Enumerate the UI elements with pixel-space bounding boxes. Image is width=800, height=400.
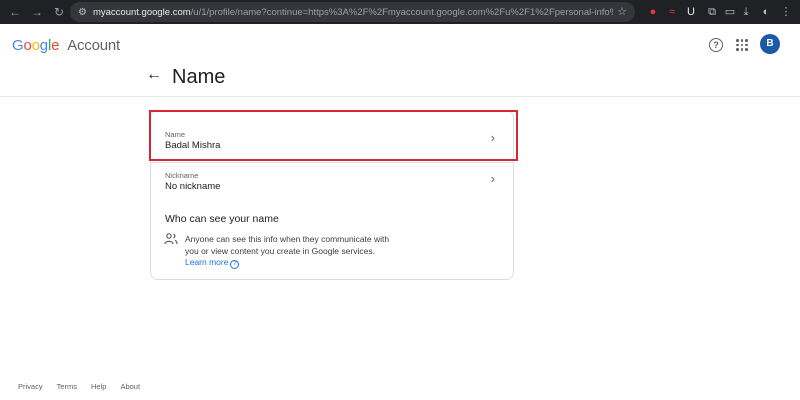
- footer-privacy-link[interactable]: Privacy: [18, 382, 43, 391]
- back-nav-icon[interactable]: ←: [4, 0, 26, 24]
- forward-nav-icon[interactable]: →: [26, 0, 48, 24]
- extensions-puzzle-icon[interactable]: ⧉: [704, 0, 720, 24]
- footer-help-link[interactable]: Help: [91, 382, 106, 391]
- back-arrow-icon[interactable]: ←: [146, 66, 162, 84]
- who-can-see-heading: Who can see your name: [165, 213, 279, 225]
- url-text[interactable]: myaccount.google.com/u/1/profile/name?co…: [93, 7, 613, 18]
- help-icon[interactable]: ?: [709, 38, 723, 52]
- browser-toolbar: ← → ↻ ⚙ myaccount.google.com/u/1/profile…: [0, 0, 800, 24]
- visibility-info-text: Anyone can see this info when they commu…: [185, 234, 390, 256]
- nickname-value: No nickname: [165, 181, 221, 192]
- profile-icon[interactable]: ◐: [758, 0, 774, 24]
- google-account-logo[interactable]: Google Account: [12, 37, 120, 54]
- apps-grid-icon[interactable]: [736, 39, 748, 51]
- menu-dots-icon[interactable]: ⋮: [778, 0, 794, 24]
- url-host: myaccount.google.com: [92, 6, 191, 18]
- address-bar[interactable]: ⚙ myaccount.google.com/u/1/profile/name?…: [70, 2, 635, 22]
- footer-terms-link[interactable]: Terms: [57, 382, 77, 391]
- url-path: /u/1/profile/name?continue=https%3A%2F%2…: [190, 6, 613, 18]
- help-circle-icon: ?: [230, 260, 240, 269]
- header-divider: [0, 96, 800, 97]
- account-header: Google Account ? B: [0, 24, 800, 66]
- logo-account: Account: [67, 37, 121, 54]
- people-icon: [164, 233, 178, 245]
- learn-more-link[interactable]: Learn more?: [185, 257, 240, 269]
- download-icon[interactable]: ⤓: [738, 0, 754, 24]
- bookmark-star-icon[interactable]: ☆: [617, 5, 627, 18]
- nickname-label: Nickname: [165, 171, 199, 180]
- highlight-box: [149, 110, 518, 161]
- footer-links: Privacy Terms Help About: [18, 382, 140, 391]
- chevron-right-icon: ›: [490, 171, 495, 186]
- extension-red-icon[interactable]: ●: [645, 0, 661, 24]
- nickname-row[interactable]: Nickname No nickname ›: [151, 163, 513, 203]
- site-info-icon[interactable]: ⚙: [78, 7, 87, 18]
- footer-about-link[interactable]: About: [120, 382, 140, 391]
- extension-u-icon[interactable]: U: [683, 0, 699, 24]
- account-avatar[interactable]: B: [760, 34, 780, 54]
- logo-google: Google: [12, 37, 60, 54]
- reload-icon[interactable]: ↻: [48, 0, 70, 24]
- page-title: Name: [172, 66, 226, 88]
- extension-icon[interactable]: ≈: [664, 0, 680, 24]
- learn-more-label: Learn more: [185, 257, 229, 267]
- sidebar-icon[interactable]: ▭: [722, 0, 738, 24]
